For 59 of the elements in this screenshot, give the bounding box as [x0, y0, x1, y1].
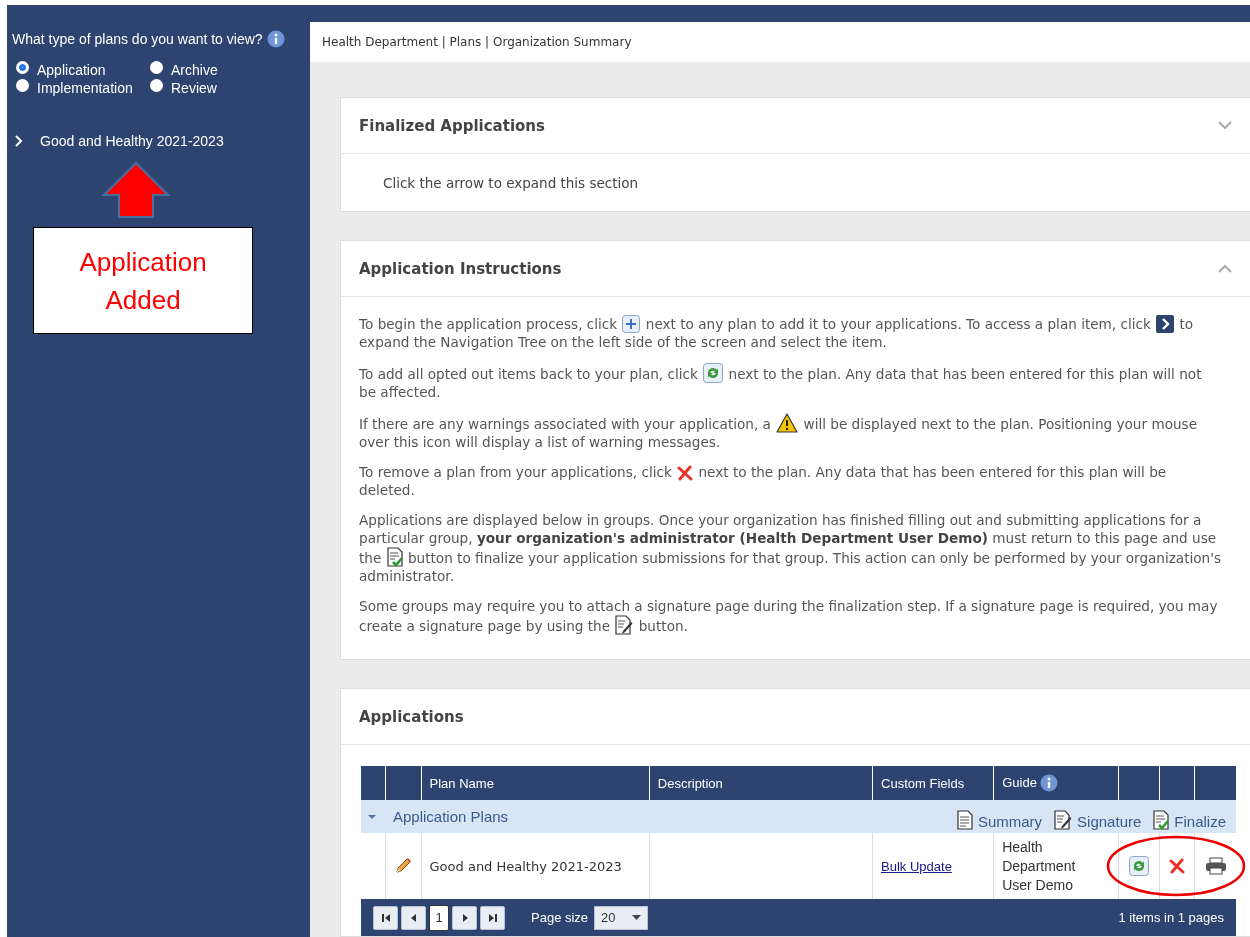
instruction-text: To remove a plan from your applications, click next to the plan. Any data that has been entered for this plan will be deleted. [359, 463, 1168, 499]
column-header[interactable]: Plan Name [429, 776, 494, 792]
up-arrow-icon [102, 162, 170, 218]
instruction-text: If there are any warnings associated with your application, a will be displayed next to the plan. Positioning your mouse over this icon will display a list of warning messages. [359, 413, 1222, 451]
info-icon[interactable] [266, 30, 285, 48]
panel-title: Applications [359, 707, 464, 726]
instruction-text: Applications are displayed below in groups. Once your organization has finished filling out and submitting applications for a particular group, your organization's administrator (Health Department User Demo) must return to this page and use the button to finalize your application submissions for that group. This action can only be performed by your organization's administrator. [359, 511, 1222, 585]
chevron-icon [1156, 315, 1175, 333]
refresh-icon [703, 363, 724, 383]
page-number-button[interactable]: 1 [429, 904, 449, 931]
last-page-icon [487, 912, 498, 923]
breadcrumb[interactable]: Health Department | Plans | Organization Summary [322, 35, 632, 49]
radio-option[interactable]: Archive [146, 62, 266, 78]
callout-box: Application Added [33, 227, 253, 334]
column-header[interactable]: Custom Fields [881, 776, 965, 792]
info-icon[interactable] [1039, 774, 1058, 792]
pager-button[interactable] [452, 905, 477, 930]
caret-down-icon [632, 915, 642, 920]
column-header[interactable]: Description [657, 776, 723, 792]
chevron-icon[interactable] [14, 135, 24, 147]
document-pencil-icon [615, 615, 634, 635]
delete-icon[interactable] [1169, 858, 1186, 874]
instruction-text: To begin the application process, click next to any plan to add it to your applications. To access a plan item, click to expand the Navigation Tree on the left side of the screen and select the item. [359, 315, 1195, 351]
question-label: What type of plans do you want to view? [12, 31, 263, 47]
page-size-label: Page size [531, 910, 589, 925]
panel-title: Finalized Applications [359, 116, 545, 135]
document-check-icon [386, 547, 403, 567]
group-title: Application Plans [393, 808, 509, 825]
group-action-button[interactable]: Finalize [1153, 809, 1226, 830]
document-check-icon [1153, 809, 1170, 830]
caret-down-icon[interactable] [367, 813, 377, 820]
pager-button[interactable] [373, 905, 398, 930]
pager-button[interactable] [480, 905, 505, 930]
add-icon [622, 315, 641, 333]
group-action-button[interactable]: Signature [1054, 809, 1142, 830]
instruction-text: Some groups may require you to attach a signature page during the finalization step. If a signature page is required, you may create a signature page by using the button. [359, 597, 1219, 635]
document-icon [956, 809, 973, 830]
pager-summary: 1 items in 1 pages [1118, 910, 1224, 925]
radio-option[interactable]: Implementation [12, 80, 146, 96]
pager-button[interactable] [401, 905, 426, 930]
bulk-update-link[interactable]: Bulk Update [881, 858, 952, 874]
refresh-icon[interactable] [1129, 856, 1150, 876]
warning-icon [776, 413, 799, 433]
radio-option[interactable]: Review [146, 80, 266, 96]
printer-icon[interactable] [1204, 857, 1227, 875]
instruction-text: To add all opted out items back to your plan, click next to the plan. Any data that has been entered for this plan will not be affected. [359, 363, 1222, 401]
delete-icon [677, 465, 694, 481]
page-size-dropdown[interactable]: 20 [594, 905, 649, 930]
tree-item[interactable]: Good and Healthy 2021-2023 [40, 133, 224, 149]
table-cell-text: Health Department User Demo [1002, 837, 1077, 895]
group-action-button[interactable]: Summary [956, 809, 1043, 830]
document-pencil-icon [1054, 809, 1073, 830]
radio-option[interactable]: Application [12, 62, 146, 78]
first-page-icon [380, 912, 391, 923]
panel-title: Application Instructions [359, 259, 562, 278]
table-cell: Good and Healthy 2021-2023 [429, 858, 622, 874]
hint-text: Click the arrow to expand this section [383, 174, 639, 191]
pencil-icon[interactable] [394, 857, 413, 875]
column-header[interactable]: Guide [1002, 775, 1037, 791]
